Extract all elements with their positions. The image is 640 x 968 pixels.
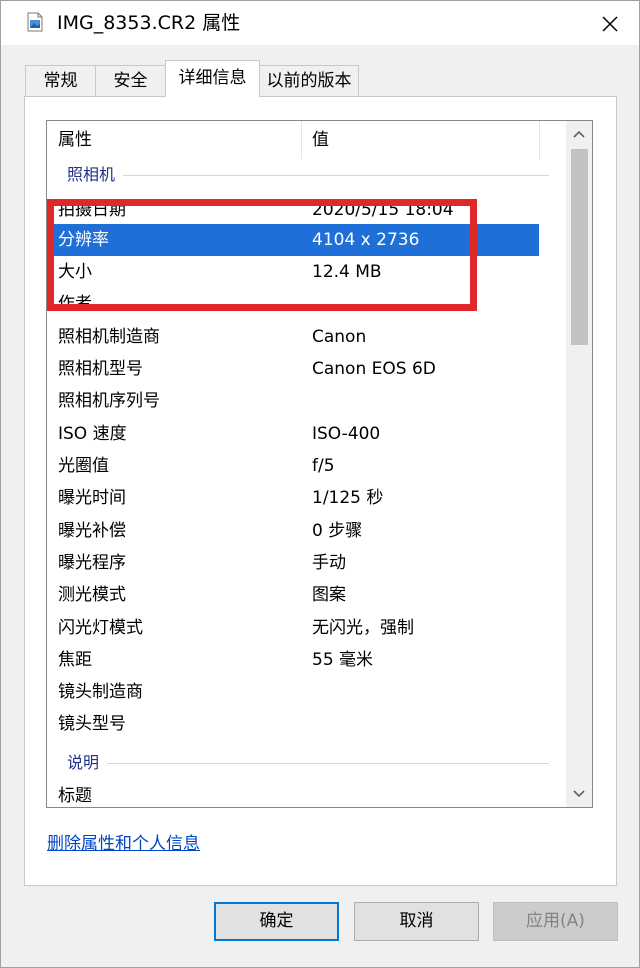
image-file-icon <box>27 12 43 32</box>
list-item[interactable]: 曝光程序 手动 <box>47 547 539 579</box>
list-item[interactable]: 作者 <box>47 288 539 320</box>
properties-window: IMG_8353.CR2 属性 常规 安全 详细信息 以前的版本 属性 值 照相… <box>0 0 640 968</box>
property-value: f/5 <box>312 456 335 476</box>
close-icon <box>602 16 618 32</box>
list-item[interactable]: 大小 12.4 MB <box>47 256 539 288</box>
close-button[interactable] <box>595 9 625 39</box>
tab-label: 常规 <box>43 71 78 91</box>
remove-properties-link[interactable]: 删除属性和个人信息 <box>47 829 200 854</box>
scroll-down-button[interactable] <box>566 781 592 807</box>
chevron-up-icon <box>573 130 585 138</box>
column-value[interactable]: 值 <box>301 121 539 159</box>
property-name: 曝光时间 <box>58 488 126 508</box>
column-header: 属性 值 <box>47 121 567 159</box>
property-value: 图案 <box>312 585 346 605</box>
property-value: 55 毫米 <box>312 650 374 670</box>
list-item[interactable]: 曝光补偿 0 步骤 <box>47 515 539 547</box>
tab-previous-versions[interactable]: 以前的版本 <box>259 65 359 96</box>
column-divider[interactable] <box>539 121 540 159</box>
tab-label: 以前的版本 <box>266 71 352 91</box>
column-property[interactable]: 属性 <box>47 121 301 159</box>
list-item[interactable]: 镜头型号 <box>47 708 539 740</box>
property-value: 12.4 MB <box>312 262 382 282</box>
property-name: 拍摄日期 <box>58 200 126 220</box>
property-name: 标题 <box>58 786 92 806</box>
tab-label: 安全 <box>113 71 148 91</box>
property-name: 镜头型号 <box>58 714 126 734</box>
group-divider <box>67 763 549 764</box>
property-value: Canon EOS 6D <box>312 359 436 379</box>
group-header-description: 说明 <box>47 747 567 779</box>
list-item[interactable]: 焦距 55 毫米 <box>47 644 539 676</box>
list-item[interactable]: 测光模式 图案 <box>47 579 539 611</box>
list-item[interactable]: ISO 速度 ISO-400 <box>47 418 539 450</box>
property-name: 曝光补偿 <box>58 521 126 541</box>
group-divider <box>67 175 549 176</box>
property-value: 手动 <box>312 553 346 573</box>
list-item[interactable]: 标题 <box>47 780 539 807</box>
property-value: Canon <box>312 327 367 347</box>
cancel-button[interactable]: 取消 <box>354 902 479 941</box>
property-name: 闪光灯模式 <box>58 618 143 638</box>
title-bar: IMG_8353.CR2 属性 <box>1 1 639 45</box>
list-item[interactable]: 拍摄日期 2020/5/15 18:04 <box>47 194 539 226</box>
list-item[interactable]: 照相机序列号 <box>47 385 539 417</box>
property-value: 0 步骤 <box>312 521 363 541</box>
property-value: 4104 x 2736 <box>312 230 420 250</box>
window-title: IMG_8353.CR2 属性 <box>57 12 241 34</box>
list-item-selected[interactable]: 分辨率 4104 x 2736 <box>47 224 539 256</box>
properties-list[interactable]: 属性 值 照相机 拍摄日期 2020/5/15 18:04 分辨率 4104 x… <box>46 120 593 808</box>
vertical-scrollbar[interactable] <box>566 121 592 807</box>
apply-button[interactable]: 应用(A) <box>493 902 618 941</box>
property-name: 照相机序列号 <box>58 391 160 411</box>
group-label: 照相机 <box>67 159 124 191</box>
property-name: 焦距 <box>58 650 92 670</box>
tab-general[interactable]: 常规 <box>25 65 96 96</box>
property-name: 镜头制造商 <box>58 682 143 702</box>
chevron-down-icon <box>573 790 585 798</box>
tab-security[interactable]: 安全 <box>95 65 166 96</box>
property-value: ISO-400 <box>312 424 381 444</box>
property-name: ISO 速度 <box>58 424 127 444</box>
property-value: 2020/5/15 18:04 <box>312 200 454 220</box>
scroll-up-button[interactable] <box>566 121 592 147</box>
tab-details[interactable]: 详细信息 <box>165 60 260 97</box>
property-name: 分辨率 <box>58 230 109 250</box>
property-value: 无闪光，强制 <box>312 618 414 638</box>
property-name: 光圈值 <box>58 456 109 476</box>
property-name: 作者 <box>58 294 92 314</box>
list-item[interactable]: 闪光灯模式 无闪光，强制 <box>47 612 539 644</box>
property-name: 照相机型号 <box>58 359 143 379</box>
list-item[interactable]: 光圈值 f/5 <box>47 450 539 482</box>
ok-button[interactable]: 确定 <box>214 902 339 941</box>
group-header-camera: 照相机 <box>47 159 567 191</box>
list-item[interactable]: 镜头制造商 <box>47 676 539 708</box>
tab-label: 详细信息 <box>178 68 247 88</box>
property-name: 曝光程序 <box>58 553 126 573</box>
property-name: 大小 <box>58 262 92 282</box>
list-item[interactable]: 照相机制造商 Canon <box>47 321 539 353</box>
list-item[interactable]: 照相机型号 Canon EOS 6D <box>47 353 539 385</box>
property-value: 1/125 秒 <box>312 488 384 508</box>
property-name: 照相机制造商 <box>58 327 160 347</box>
list-item[interactable]: 曝光时间 1/125 秒 <box>47 482 539 514</box>
property-name: 测光模式 <box>58 585 126 605</box>
group-label: 说明 <box>67 747 108 779</box>
scroll-thumb[interactable] <box>571 149 588 345</box>
